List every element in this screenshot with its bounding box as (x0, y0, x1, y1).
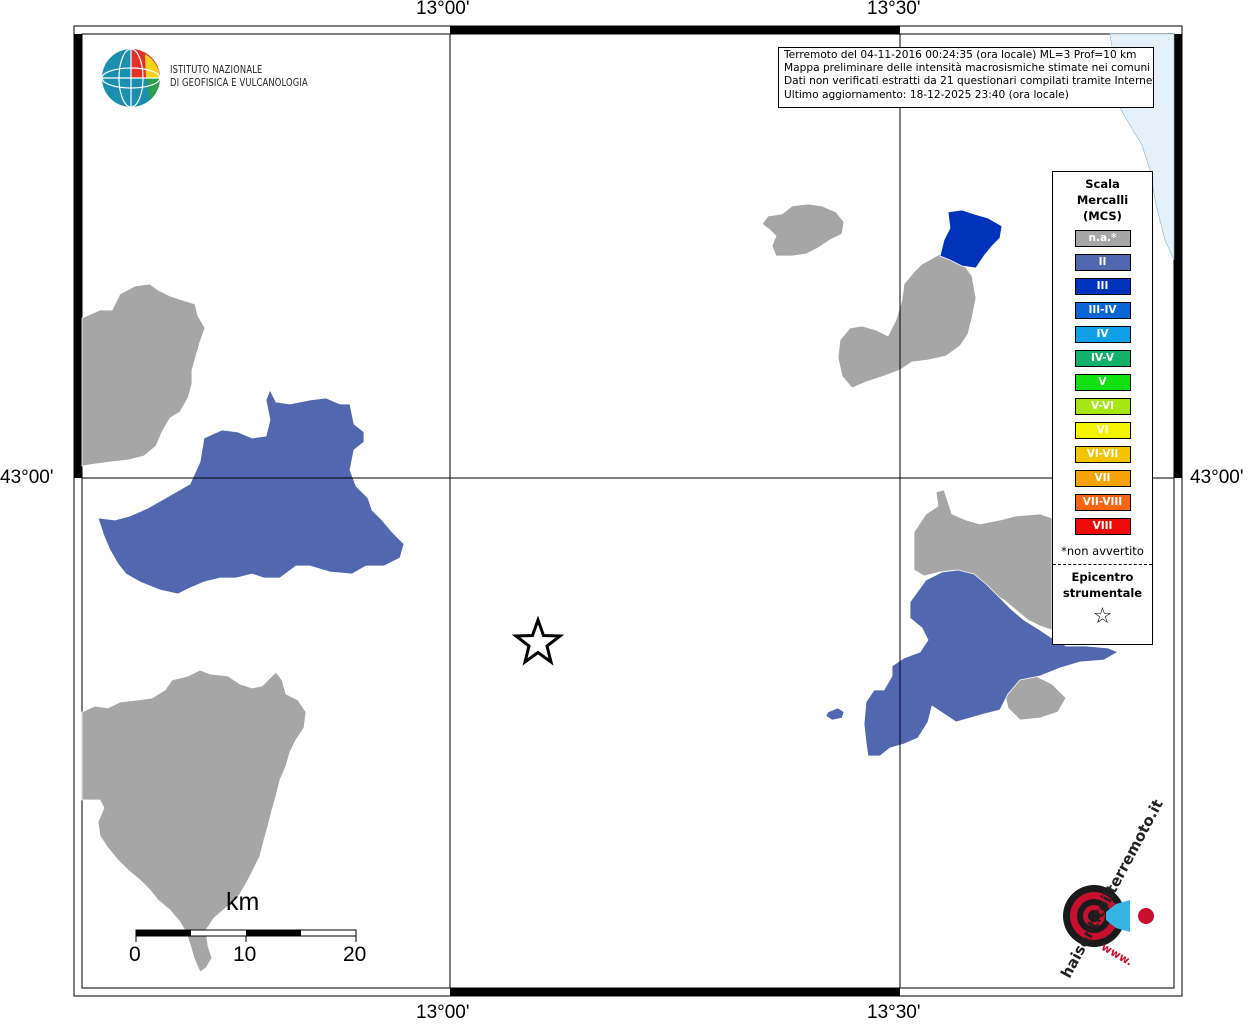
legend-items: n.a.* II III III-IV IV IV-V V V-VI VI VI-VII VII VI… (1053, 230, 1152, 535)
legend-item: n.a.* (1074, 230, 1131, 247)
label-top-13-00: 13°00' (416, 0, 470, 19)
legend-note: *non avvertito (1061, 544, 1144, 558)
legend-epicenter-label: Epicentro strumentale (1062, 570, 1143, 600)
label-bottom-13-30: 13°30' (867, 1002, 921, 1023)
label-bottom-13-00: 13°00' (416, 1002, 470, 1023)
ingv-line-1: ISTITUTO NAZIONALE (170, 65, 263, 76)
legend-item: V-VI (1074, 398, 1131, 415)
legend-item: V (1074, 374, 1131, 391)
legend-item: III (1074, 278, 1131, 295)
border-bar-bottom (450, 988, 900, 996)
border-bar-top (450, 26, 900, 34)
border-bar-right (1174, 34, 1182, 478)
ingv-logo-icon (101, 48, 161, 108)
legend-title: Scala Mercalli (MCS) (1076, 177, 1129, 223)
scale-tick-0: 0 (129, 943, 141, 966)
info-line-3: Dati non verificati estratti da 21 quest… (784, 75, 1154, 88)
scale-tick-20: 20 (343, 943, 367, 966)
legend-item: VII (1074, 470, 1131, 487)
info-line-4: Ultimo aggiornamento: 18-12-2025 23:40 (… (784, 88, 1069, 101)
legend-item: VI-VII (1074, 446, 1131, 463)
ingv-logo-text: ISTITUTO NAZIONALE DI GEOFISICA E VULCAN… (170, 64, 308, 90)
scale-tick-10: 10 (233, 943, 257, 966)
legend-item: VIII (1074, 518, 1131, 535)
legend-star-icon: ☆ (1092, 604, 1113, 629)
mcs-legend: Scala Mercalli (MCS) n.a.* II III III-IV IV I… (1052, 171, 1153, 645)
scale-unit-label: km (226, 888, 260, 916)
event-info-box: Terremoto del 04-11-2016 00:24:35 (ora l… (778, 47, 1154, 108)
label-right-43-00: 43°00' (1190, 467, 1244, 488)
legend-item: IV (1074, 326, 1131, 343)
label-top-13-30: 13°30' (867, 0, 921, 19)
legend-separator (1053, 564, 1152, 565)
legend-item: VII-VIII (1074, 494, 1131, 511)
legend-item: III-IV (1074, 302, 1131, 319)
legend-item: II (1074, 254, 1131, 271)
ingv-line-2: DI GEOFISICA E VULCANOLOGIA (170, 78, 308, 89)
border-bar-left (74, 34, 82, 478)
legend-item: VI (1074, 422, 1131, 439)
label-left-43-00: 43°00' (0, 467, 54, 488)
info-line-1: Terremoto del 04-11-2016 00:24:35 (ora l… (784, 49, 1137, 61)
legend-item: IV-V (1074, 350, 1131, 367)
info-line-2: Mappa preliminare delle intensità macros… (784, 62, 1151, 75)
